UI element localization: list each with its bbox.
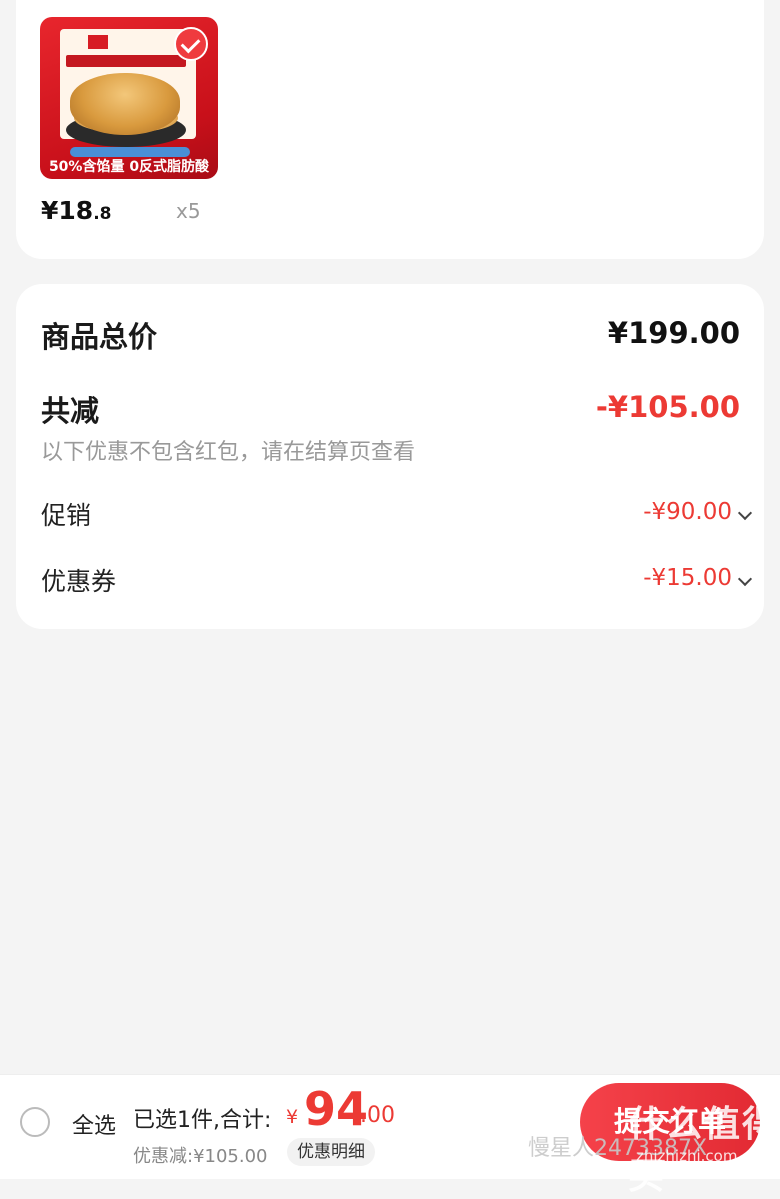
product-card: 50%含馅量 0反式脂肪酸 ¥18.8 x5 [16, 0, 764, 259]
product-price: ¥18.8 [41, 196, 111, 225]
package-sub-strip [70, 147, 190, 157]
discount-note: 以下优惠不包含红包，请在结算页查看 [41, 440, 416, 465]
reduce-value: -¥105.00 [595, 390, 740, 424]
discount-total-text: 优惠减:¥105.00 [133, 1146, 268, 1167]
promo-label: 促销 [41, 501, 92, 530]
promo-value: -¥90.00 [643, 499, 732, 525]
select-all-radio[interactable] [20, 1107, 50, 1137]
product-price-dec: .8 [93, 204, 112, 224]
selected-count-text: 已选1件,合计: [133, 1108, 272, 1133]
price-summary-card: 商品总价 ¥199.00 共减 -¥105.00 以下优惠不包含红包，请在结算页… [16, 284, 764, 629]
package-title-strip [66, 55, 186, 67]
chevron-down-icon[interactable] [737, 505, 753, 521]
total-label: 商品总价 [41, 320, 158, 354]
total-amount-int: 94 [304, 1082, 369, 1136]
coupon-label: 优惠券 [41, 567, 117, 596]
total-currency: ¥ [286, 1106, 299, 1128]
product-quantity: x5 [176, 199, 201, 223]
total-value: ¥199.00 [607, 316, 740, 350]
checkout-bar: 全选 已选1件,合计: ¥ 94 .00 优惠减:¥105.00 优惠明细 提交… [0, 1074, 780, 1197]
product-image-caption: 50%含馅量 0反式脂肪酸 [48, 159, 210, 175]
coupon-value: -¥15.00 [643, 565, 732, 591]
chevron-down-icon[interactable] [737, 571, 753, 587]
brand-logo [88, 35, 108, 49]
select-all-label[interactable]: 全选 [72, 1108, 116, 1140]
watermark-domain: zhizhizhi.com [636, 1147, 738, 1165]
reduce-label: 共减 [41, 394, 100, 428]
pie-graphic-top [70, 73, 180, 135]
check-icon [174, 27, 208, 61]
discount-detail-button[interactable]: 优惠明细 [287, 1138, 375, 1166]
product-image[interactable]: 50%含馅量 0反式脂肪酸 [40, 17, 218, 179]
product-price-int: ¥18 [41, 196, 94, 225]
total-amount-dec: .00 [360, 1103, 395, 1128]
